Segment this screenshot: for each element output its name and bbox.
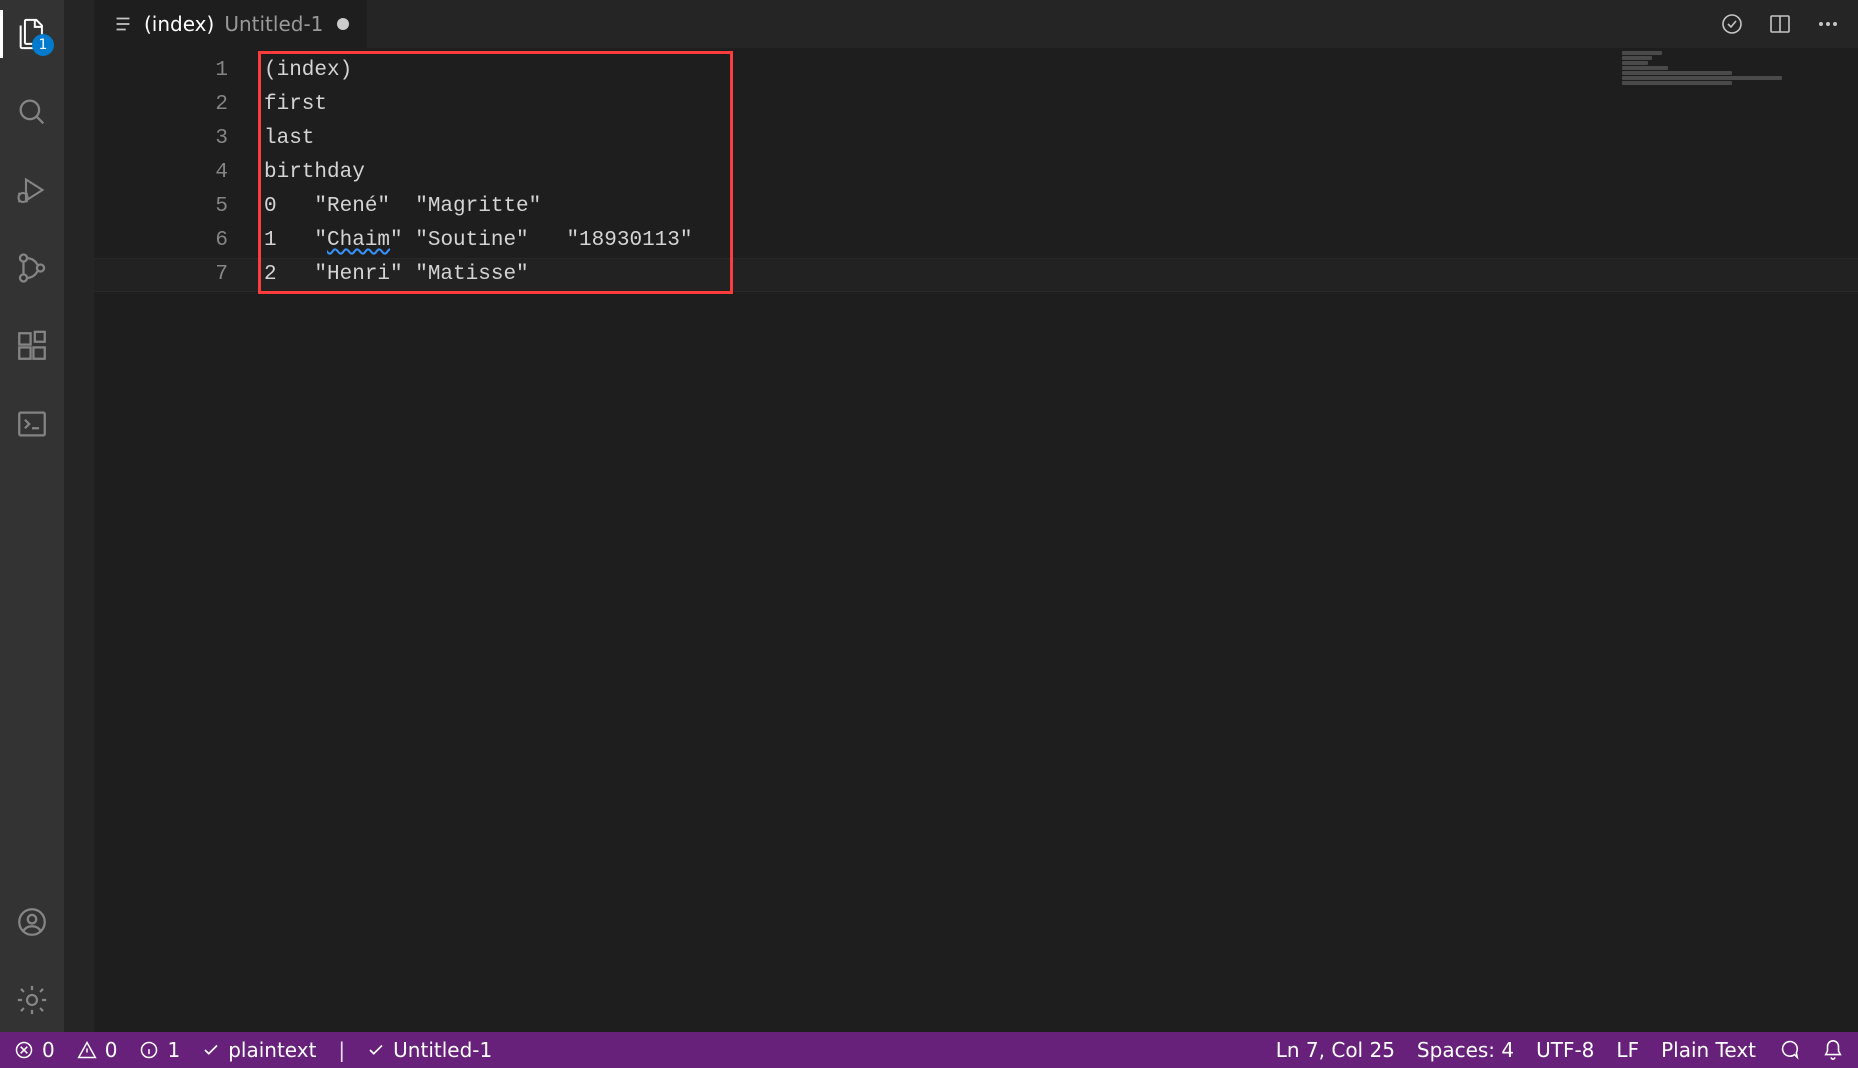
- status-lint-target-text: Untitled-1: [393, 1038, 492, 1062]
- code-view[interactable]: (index) first last birthday 0 "René" "Ma…: [264, 48, 1858, 1032]
- code-line: 1 "Chaim" "Soutine" "18930113": [264, 224, 1858, 258]
- spellcheck-squiggle: Chaim: [327, 229, 390, 252]
- tab-actions: [1702, 0, 1858, 48]
- status-lint-target[interactable]: Untitled-1: [367, 1038, 492, 1062]
- info-icon: [139, 1040, 159, 1060]
- text-file-icon: [112, 13, 134, 35]
- code-line: last: [264, 122, 1858, 156]
- activity-explorer[interactable]: 1: [8, 10, 56, 58]
- status-errors-count: 0: [42, 1038, 55, 1062]
- status-warnings[interactable]: 0: [77, 1038, 118, 1062]
- check-icon: [367, 1041, 385, 1059]
- terminal-icon: [15, 407, 49, 441]
- feedback-icon: [1778, 1039, 1800, 1061]
- status-lint-mode-text: plaintext: [228, 1038, 316, 1062]
- status-warnings-count: 0: [105, 1038, 118, 1062]
- status-cursor-position[interactable]: Ln 7, Col 25: [1276, 1038, 1395, 1062]
- status-info-count: 1: [167, 1038, 180, 1062]
- code-line: 2 "Henri" "Matisse": [264, 258, 1858, 292]
- status-lint-mode[interactable]: plaintext: [202, 1038, 316, 1062]
- side-panel-sliver: [64, 0, 94, 1032]
- status-errors[interactable]: 0: [14, 1038, 55, 1062]
- line-number: 6: [94, 224, 264, 258]
- compare-changes-icon[interactable]: [1720, 12, 1744, 36]
- gear-icon: [15, 983, 49, 1017]
- editor-area: (index) Untitled-1: [94, 0, 1858, 1032]
- tab-dirty-indicator: [337, 18, 349, 30]
- activity-extensions[interactable]: [8, 322, 56, 370]
- tab-title-primary: (index): [144, 12, 214, 36]
- status-feedback-icon[interactable]: [1778, 1039, 1800, 1061]
- bell-icon: [1822, 1039, 1844, 1061]
- line-number-gutter: 1 2 3 4 5 6 7: [94, 48, 264, 1032]
- editor-tab-active[interactable]: (index) Untitled-1: [94, 0, 368, 48]
- status-separator: |: [338, 1038, 345, 1062]
- code-line: birthday: [264, 156, 1858, 190]
- activity-run-debug[interactable]: [8, 166, 56, 214]
- status-eol[interactable]: LF: [1616, 1038, 1639, 1062]
- status-encoding[interactable]: UTF-8: [1536, 1038, 1594, 1062]
- status-language-mode[interactable]: Plain Text: [1661, 1038, 1756, 1062]
- code-line: 0 "René" "Magritte": [264, 190, 1858, 224]
- status-indentation[interactable]: Spaces: 4: [1417, 1038, 1514, 1062]
- search-icon: [15, 95, 49, 129]
- warning-icon: [77, 1040, 97, 1060]
- split-editor-icon[interactable]: [1768, 12, 1792, 36]
- check-icon: [202, 1041, 220, 1059]
- code-line: first: [264, 88, 1858, 122]
- line-number: 1: [94, 54, 264, 88]
- activity-accounts[interactable]: [8, 898, 56, 946]
- minimap[interactable]: [1622, 50, 1842, 80]
- activity-bar: 1: [0, 0, 64, 1032]
- status-info[interactable]: 1: [139, 1038, 180, 1062]
- account-icon: [15, 905, 49, 939]
- explorer-badge: 1: [32, 34, 54, 56]
- line-number: 7: [94, 258, 264, 292]
- tab-bar: (index) Untitled-1: [94, 0, 1858, 48]
- status-bar: 0 0 1 plaintext | Untitled-1: [0, 1032, 1858, 1068]
- main-layout: 1: [0, 0, 1858, 1032]
- tab-title-secondary: Untitled-1: [224, 12, 323, 36]
- error-icon: [14, 1040, 34, 1060]
- activity-terminal[interactable]: [8, 400, 56, 448]
- code-line: (index): [264, 54, 1858, 88]
- run-debug-icon: [14, 172, 50, 208]
- activity-source-control[interactable]: [8, 244, 56, 292]
- line-number: 3: [94, 122, 264, 156]
- status-notifications-icon[interactable]: [1822, 1039, 1844, 1061]
- line-number: 4: [94, 156, 264, 190]
- more-actions-icon[interactable]: [1816, 12, 1840, 36]
- activity-search[interactable]: [8, 88, 56, 136]
- extensions-icon: [15, 329, 49, 363]
- activity-settings[interactable]: [8, 976, 56, 1024]
- line-number: 5: [94, 190, 264, 224]
- source-control-icon: [15, 251, 49, 285]
- line-number: 2: [94, 88, 264, 122]
- editor-body[interactable]: 1 2 3 4 5 6 7 (index) first last birthda…: [94, 48, 1858, 1032]
